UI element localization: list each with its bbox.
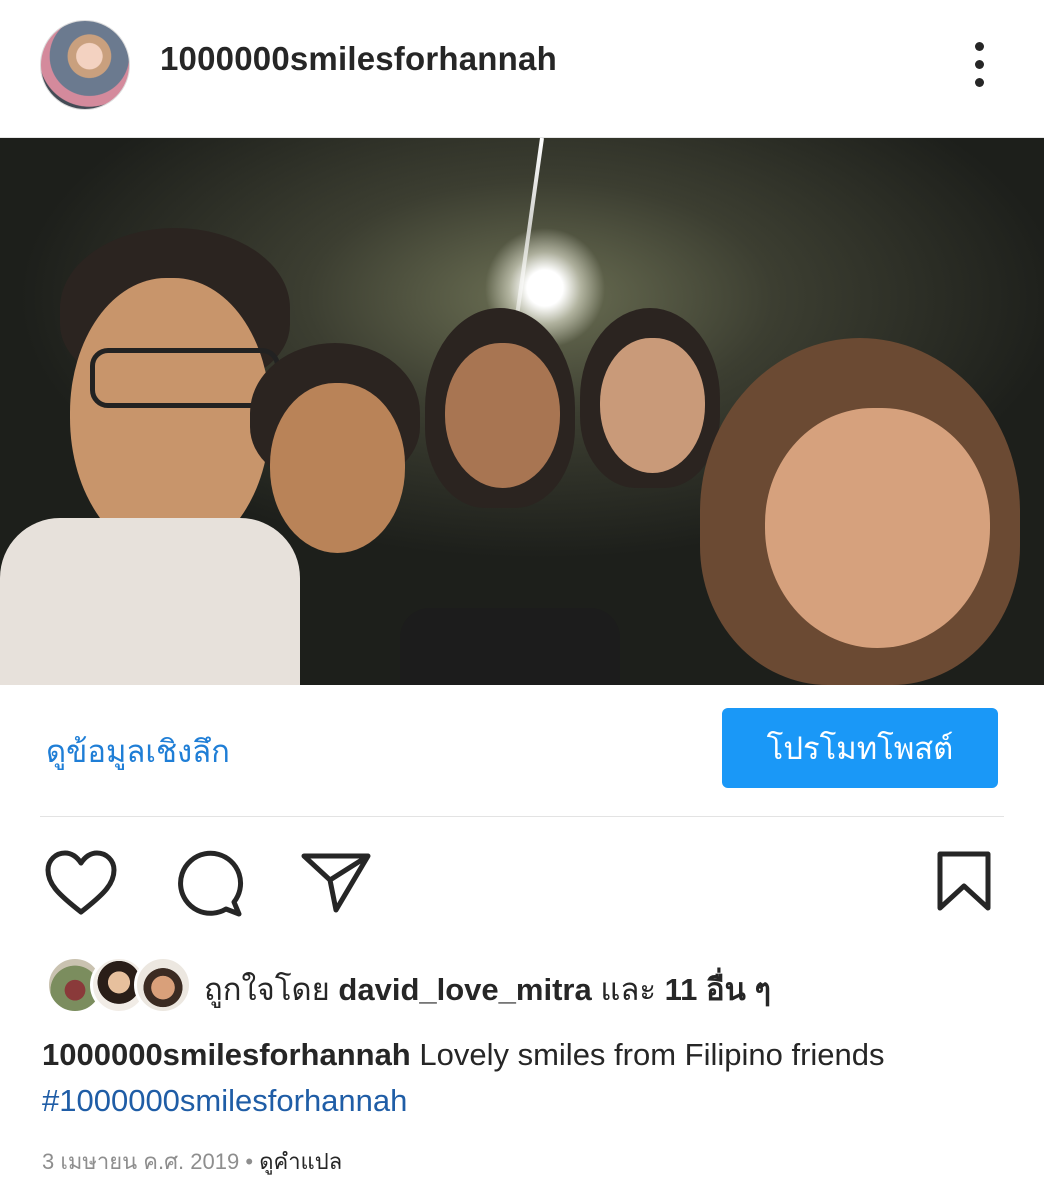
- post-meta: 3 เมษายน ค.ศ. 2019 • ดูคำแปล: [42, 1144, 342, 1179]
- caption-hashtag[interactable]: #1000000smilesforhannah: [42, 1078, 1012, 1124]
- profile-avatar[interactable]: [40, 20, 130, 110]
- post-header: 1000000smilesforhannah: [0, 0, 1044, 138]
- heart-icon[interactable]: [44, 850, 118, 916]
- person-face: [600, 338, 705, 473]
- liker-avatars[interactable]: [46, 956, 192, 1014]
- person-face: [270, 383, 405, 553]
- avatar: [134, 956, 192, 1014]
- post-username[interactable]: 1000000smilesforhannah: [160, 40, 557, 78]
- person-face: [445, 343, 560, 488]
- person-shirt: [0, 518, 300, 685]
- bookmark-icon[interactable]: [936, 850, 992, 912]
- comment-icon[interactable]: [176, 850, 246, 918]
- caption-username[interactable]: 1000000smilesforhannah: [42, 1037, 411, 1072]
- person-face: [70, 278, 270, 558]
- liked-by-user[interactable]: david_love_mitra: [338, 972, 591, 1007]
- send-icon[interactable]: [300, 852, 372, 914]
- liked-by-others[interactable]: 11 อื่น ๆ: [665, 972, 771, 1007]
- bag: [400, 608, 620, 685]
- meta-separator: •: [245, 1149, 254, 1174]
- more-vertical-icon[interactable]: [960, 40, 1000, 90]
- divider: [40, 816, 1004, 817]
- liked-by-text: ถูกใจโดย david_love_mitra และ 11 อื่น ๆ: [204, 964, 771, 1014]
- caption-text: Lovely smiles from Filipino friends: [419, 1037, 885, 1072]
- post-photo[interactable]: [0, 138, 1044, 685]
- view-insights-link[interactable]: ดูข้อมูลเชิงลึก: [46, 726, 230, 776]
- person-face: [765, 408, 990, 648]
- promote-post-button[interactable]: โปรโมทโพสต์: [722, 708, 998, 788]
- see-translation-link[interactable]: ดูคำแปล: [259, 1149, 342, 1174]
- liked-by-prefix: ถูกใจโดย: [204, 972, 330, 1007]
- post-caption: 1000000smilesforhannah Lovely smiles fro…: [42, 1032, 1012, 1124]
- liked-by-conj: และ: [600, 972, 656, 1007]
- post-date: 3 เมษายน ค.ศ. 2019: [42, 1149, 240, 1174]
